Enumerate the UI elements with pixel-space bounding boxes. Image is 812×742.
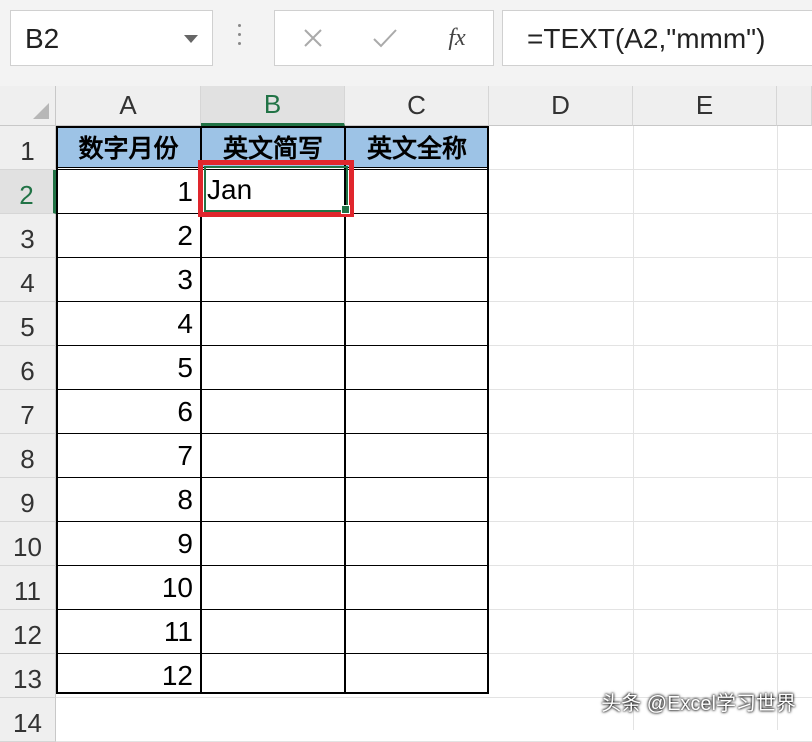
column-header-e[interactable]: E bbox=[633, 86, 777, 126]
row-header-7[interactable]: 7 bbox=[0, 390, 56, 434]
table-row-border bbox=[56, 301, 489, 302]
row-header-5[interactable]: 5 bbox=[0, 302, 56, 346]
table-row-border bbox=[56, 389, 489, 390]
table-row-border bbox=[56, 345, 489, 346]
cell-a3[interactable]: 2 bbox=[56, 214, 201, 258]
formula-text: =TEXT(A2,"mmm") bbox=[527, 23, 766, 54]
formula-input[interactable]: =TEXT(A2,"mmm") bbox=[502, 10, 812, 66]
name-box-value: B2 bbox=[25, 23, 60, 54]
watermark: 头条 @Excel学习世界 bbox=[601, 693, 796, 715]
cell-a13[interactable]: 12 bbox=[56, 654, 201, 698]
cell-a6[interactable]: 5 bbox=[56, 346, 201, 390]
name-box[interactable]: B2 bbox=[10, 10, 213, 66]
check-icon[interactable] bbox=[355, 11, 415, 65]
table-row-border bbox=[56, 433, 489, 434]
row-header-11[interactable]: 11 bbox=[0, 566, 56, 610]
row-header-1[interactable]: 1 bbox=[0, 126, 56, 170]
cell-a2[interactable]: 1 bbox=[56, 170, 201, 214]
table-row-border bbox=[56, 565, 489, 566]
cell-a7[interactable]: 6 bbox=[56, 390, 201, 434]
cell-a11[interactable]: 10 bbox=[56, 566, 201, 610]
column-header-b[interactable]: B bbox=[201, 86, 345, 126]
gridline bbox=[777, 126, 778, 730]
row-header-3[interactable]: 3 bbox=[0, 214, 56, 258]
row-header-2[interactable]: 2 bbox=[0, 170, 56, 214]
formula-bar: B2 fx =TEXT(A2,"mmm") bbox=[0, 0, 812, 86]
column-header-a[interactable]: A bbox=[56, 86, 201, 126]
cell-a5[interactable]: 4 bbox=[56, 302, 201, 346]
close-icon[interactable] bbox=[283, 11, 343, 65]
table-row-border bbox=[56, 521, 489, 522]
cell-a10[interactable]: 9 bbox=[56, 522, 201, 566]
column-header-c[interactable]: C bbox=[345, 86, 489, 126]
insert-function-button[interactable]: fx bbox=[427, 11, 487, 65]
formula-buttons: fx bbox=[274, 10, 494, 66]
table-row-border bbox=[56, 609, 489, 610]
gridline bbox=[633, 126, 634, 730]
column-header-f[interactable] bbox=[777, 86, 812, 126]
table-row-border bbox=[56, 477, 489, 478]
row-header-12[interactable]: 12 bbox=[0, 610, 56, 654]
select-all-button[interactable] bbox=[0, 86, 56, 126]
table-row-border bbox=[56, 257, 489, 258]
column-header-d[interactable]: D bbox=[489, 86, 633, 126]
drag-handle-icon[interactable] bbox=[238, 24, 242, 50]
row-header-10[interactable]: 10 bbox=[0, 522, 56, 566]
active-cell-border bbox=[204, 166, 348, 212]
cell-a12[interactable]: 11 bbox=[56, 610, 201, 654]
row-header-4[interactable]: 4 bbox=[0, 258, 56, 302]
table-row-border bbox=[56, 653, 489, 654]
cell-a4[interactable]: 3 bbox=[56, 258, 201, 302]
row-header-9[interactable]: 9 bbox=[0, 478, 56, 522]
row-header-6[interactable]: 6 bbox=[0, 346, 56, 390]
row-header-14[interactable]: 14 bbox=[0, 698, 56, 742]
cell-a1[interactable]: 数字月份 bbox=[56, 126, 201, 168]
row-header-8[interactable]: 8 bbox=[0, 434, 56, 478]
cell-c1[interactable]: 英文全称 bbox=[345, 126, 489, 168]
fill-handle[interactable] bbox=[341, 205, 350, 214]
cell-a8[interactable]: 7 bbox=[56, 434, 201, 478]
cell-a9[interactable]: 8 bbox=[56, 478, 201, 522]
chevron-down-icon[interactable] bbox=[184, 35, 198, 43]
row-header-13[interactable]: 13 bbox=[0, 654, 56, 698]
